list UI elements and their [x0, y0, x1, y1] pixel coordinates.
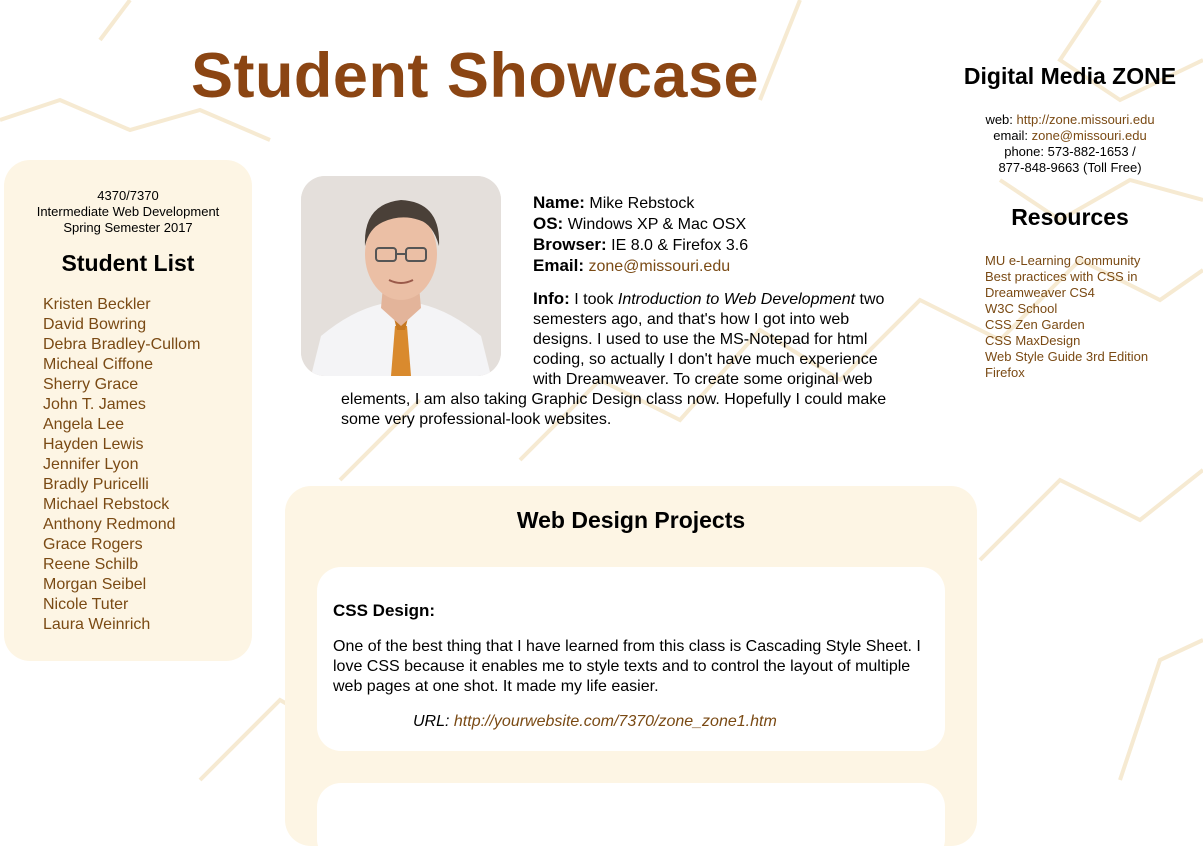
list-item: Best practices with CSS in Dreamweaver C… — [985, 269, 1175, 301]
student-link[interactable]: John T. James — [43, 396, 146, 413]
resource-link[interactable]: W3C School — [985, 301, 1057, 316]
browser-value: IE 8.0 & Firefox 3.6 — [611, 237, 749, 254]
projects-panel: Web Design Projects CSS Design: One of t… — [285, 486, 977, 863]
student-link[interactable]: Debra Bradley-Cullom — [43, 336, 200, 353]
phone-line-2: 877-848-9663 (Toll Free) — [998, 160, 1142, 175]
resource-link[interactable]: Best practices with CSS in Dreamweaver C… — [985, 269, 1137, 300]
course-number: 4370/7370 — [97, 188, 159, 203]
student-link[interactable]: Sherry Grace — [43, 376, 138, 393]
list-item: Michael Rebstock — [43, 495, 252, 515]
list-item: CSS MaxDesign — [985, 333, 1175, 349]
url-label: URL: — [413, 713, 450, 730]
email-label: Email: — [533, 256, 585, 275]
email-label: email: — [993, 128, 1028, 143]
resource-link[interactable]: CSS Zen Garden — [985, 317, 1085, 332]
student-link[interactable]: Michael Rebstock — [43, 496, 169, 513]
student-link[interactable]: Jennifer Lyon — [43, 456, 138, 473]
student-link[interactable]: Hayden Lewis — [43, 436, 144, 453]
list-item: Micheal Ciffone — [43, 355, 252, 375]
student-link[interactable]: Micheal Ciffone — [43, 356, 153, 373]
name-label: Name: — [533, 193, 585, 212]
info-course: Introduction to Web Development — [617, 291, 856, 308]
os-value: Windows XP & Mac OSX — [567, 216, 747, 233]
list-item: Hayden Lewis — [43, 435, 252, 455]
name-value: Mike Rebstock — [589, 195, 695, 212]
project-card — [317, 783, 945, 863]
resource-link[interactable]: Firefox — [985, 365, 1025, 380]
list-item: Sherry Grace — [43, 375, 252, 395]
list-item: Anthony Redmond — [43, 515, 252, 535]
student-link[interactable]: Kristen Beckler — [43, 296, 151, 313]
project-url-line: URL: http://yourwebsite.com/7370/zone_zo… — [413, 713, 945, 731]
list-item: W3C School — [985, 301, 1175, 317]
web-link[interactable]: http://zone.missouri.edu — [1017, 112, 1155, 127]
list-item: Morgan Seibel — [43, 575, 252, 595]
info-label: Info: — [533, 289, 570, 308]
resource-link[interactable]: Web Style Guide 3rd Edition — [985, 349, 1148, 364]
resources-list: MU e-Learning Community Best practices w… — [985, 253, 1175, 381]
student-link[interactable]: Morgan Seibel — [43, 576, 146, 593]
os-label: OS: — [533, 214, 564, 233]
list-item: Jennifer Lyon — [43, 455, 252, 475]
course-info: 4370/7370 Intermediate Web Development S… — [4, 188, 252, 236]
list-item: Laura Weinrich — [43, 615, 252, 635]
list-item: Reene Schilb — [43, 555, 252, 575]
list-item: Debra Bradley-Cullom — [43, 335, 252, 355]
profile-info: Name: Mike Rebstock OS: Windows XP & Mac… — [341, 193, 893, 430]
list-item: David Bowring — [43, 315, 252, 335]
student-list: Kristen Beckler David Bowring Debra Brad… — [4, 295, 252, 635]
student-list-panel: 4370/7370 Intermediate Web Development S… — [4, 160, 252, 661]
student-list-heading: Student List — [61, 250, 195, 276]
resource-link[interactable]: MU e-Learning Community — [985, 253, 1140, 268]
browser-label: Browser: — [533, 235, 607, 254]
student-link[interactable]: Laura Weinrich — [43, 616, 150, 633]
list-item: Kristen Beckler — [43, 295, 252, 315]
resources-heading: Resources — [1011, 204, 1129, 230]
phone-line-1: phone: 573-882-1653 / — [1004, 144, 1136, 159]
list-item: Firefox — [985, 365, 1175, 381]
contact-info: web: http://zone.missouri.edu email: zon… — [950, 112, 1190, 176]
project-title: CSS Design: — [333, 601, 436, 620]
zone-heading: Digital Media ZONE — [963, 63, 1177, 89]
student-link[interactable]: David Bowring — [43, 316, 146, 333]
resource-link[interactable]: CSS MaxDesign — [985, 333, 1080, 348]
right-sidebar: Digital Media ZONE web: http://zone.miss… — [950, 60, 1190, 381]
list-item: Bradly Puricelli — [43, 475, 252, 495]
web-label: web: — [985, 112, 1013, 127]
semester: Spring Semester 2017 — [63, 220, 193, 235]
student-link[interactable]: Angela Lee — [43, 416, 124, 433]
course-name: Intermediate Web Development — [36, 204, 220, 219]
list-item: Web Style Guide 3rd Edition — [985, 349, 1175, 365]
student-link[interactable]: Reene Schilb — [43, 556, 138, 573]
page-title: Student Showcase — [190, 41, 760, 111]
list-item: Angela Lee — [43, 415, 252, 435]
list-item: John T. James — [43, 395, 252, 415]
project-url-link[interactable]: http://yourwebsite.com/7370/zone_zone1.h… — [454, 713, 777, 730]
email-link[interactable]: zone@missouri.edu — [588, 258, 730, 275]
list-item: Nicole Tuter — [43, 595, 252, 615]
zone-email-link[interactable]: zone@missouri.edu — [1032, 128, 1147, 143]
list-item: MU e-Learning Community — [985, 253, 1175, 269]
info-text-pre: I took — [574, 291, 614, 308]
project-card: CSS Design: One of the best thing that I… — [317, 567, 945, 751]
student-link[interactable]: Bradly Puricelli — [43, 476, 149, 493]
list-item: Grace Rogers — [43, 535, 252, 555]
student-link[interactable]: Grace Rogers — [43, 536, 143, 553]
project-description: One of the best thing that I have learne… — [333, 638, 921, 695]
student-link[interactable]: Nicole Tuter — [43, 596, 128, 613]
student-link[interactable]: Anthony Redmond — [43, 516, 176, 533]
list-item: CSS Zen Garden — [985, 317, 1175, 333]
projects-heading: Web Design Projects — [516, 507, 746, 533]
